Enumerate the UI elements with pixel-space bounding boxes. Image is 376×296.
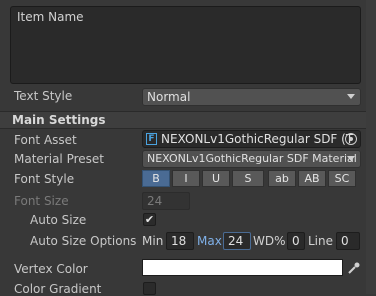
uppercase-button[interactable]: AB	[298, 170, 326, 187]
material-preset-label: Material Preset	[14, 152, 104, 166]
text-style-label: Text Style	[14, 89, 73, 103]
object-picker-icon[interactable]	[345, 133, 357, 145]
vertex-color-swatch[interactable]	[142, 259, 343, 276]
material-preset-value: NEXONLv1GothicRegular SDF Material	[147, 152, 357, 165]
lowercase-button[interactable]: ab	[268, 170, 296, 187]
max-field[interactable]: 24	[223, 232, 251, 250]
font-size-label: Font Size	[14, 194, 69, 208]
line-field[interactable]: 0	[336, 232, 360, 250]
font-asset-icon: F	[146, 133, 157, 145]
text-style-value: Normal	[147, 90, 191, 104]
wd-field[interactable]: 0	[287, 232, 305, 250]
max-label: Max	[197, 234, 222, 248]
font-asset-field[interactable]: F NEXONLv1GothicRegular SDF (T	[142, 130, 361, 148]
main-settings-header[interactable]: Main Settings	[0, 111, 366, 129]
min-label: Min	[142, 234, 164, 248]
material-preset-dropdown[interactable]: NEXONLv1GothicRegular SDF Material	[142, 150, 361, 168]
underline-button[interactable]: U	[202, 170, 230, 187]
checkmark-icon: ✔	[144, 213, 155, 226]
strikethrough-button[interactable]: S	[232, 170, 264, 187]
item-name-text: Item Name	[17, 10, 84, 24]
item-name-textarea[interactable]: Item Name	[10, 6, 361, 84]
font-size-field: 24	[142, 192, 190, 210]
min-field[interactable]: 18	[166, 232, 194, 250]
eyedropper-icon[interactable]	[346, 259, 361, 276]
italic-button[interactable]: I	[172, 170, 200, 187]
main-settings-title: Main Settings	[12, 113, 106, 127]
auto-size-options-label: Auto Size Options	[30, 234, 137, 248]
inspector-scrollbar[interactable]	[366, 0, 376, 294]
line-label: Line	[308, 234, 334, 248]
auto-size-label: Auto Size	[30, 213, 87, 227]
chevron-down-icon	[347, 156, 355, 161]
text-style-dropdown[interactable]: Normal	[142, 88, 361, 106]
vertex-color-label: Vertex Color	[14, 262, 88, 276]
bold-button[interactable]: B	[142, 170, 170, 187]
wd-label: WD%	[253, 234, 286, 248]
font-style-label: Font Style	[14, 172, 75, 186]
chevron-down-icon	[347, 94, 355, 99]
smallcaps-button[interactable]: SC	[328, 170, 356, 187]
font-asset-value: NEXONLv1GothicRegular SDF (T	[161, 132, 354, 146]
font-asset-label: Font Asset	[14, 133, 77, 147]
color-gradient-checkbox[interactable]	[143, 282, 156, 295]
auto-size-checkbox[interactable]: ✔	[143, 213, 156, 226]
